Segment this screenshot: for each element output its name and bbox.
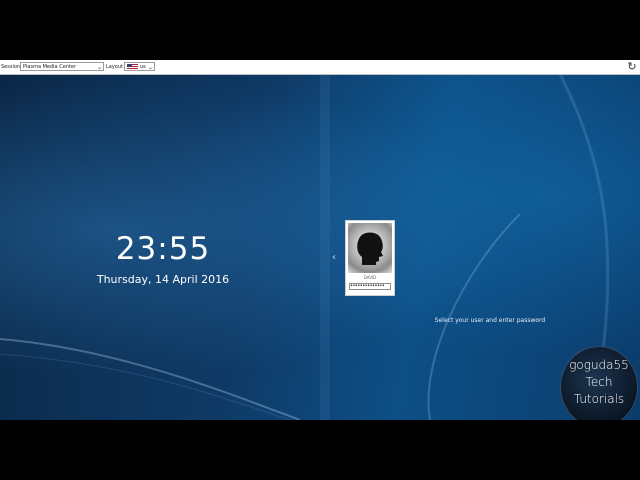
user-silhouette-icon: [348, 223, 392, 273]
us-flag-icon: [127, 64, 138, 70]
clock-date: Thursday, 14 April 2016: [96, 273, 230, 286]
chevron-down-icon: ⌄: [96, 64, 102, 71]
layout-value: us: [140, 64, 146, 70]
session-value: Plasma Media Center: [23, 64, 77, 70]
top-bar: Session: Plasma Media Center ⌄ Layout us…: [0, 60, 640, 75]
password-field[interactable]: ••••••••••••••: [349, 283, 391, 290]
session-label: Session:: [1, 64, 22, 70]
chevron-down-icon: ⌄: [147, 64, 153, 71]
session-select[interactable]: Plasma Media Center ⌄: [20, 62, 104, 71]
login-screen: 23:55 Thursday, 14 April 2016 ‹ DAVID ••…: [0, 60, 640, 420]
watermark-line1: goguda55: [569, 358, 629, 372]
login-hint: Select your user and enter password: [434, 317, 546, 324]
username-label: DAVID: [363, 275, 377, 280]
chevron-left-icon[interactable]: ‹: [332, 252, 336, 263]
channel-watermark: goguda55 Tech Tutorials: [560, 346, 638, 420]
watermark-line3: Tutorials: [573, 392, 625, 406]
layout-select[interactable]: us ⌄: [124, 62, 155, 71]
wallpaper: 23:55 Thursday, 14 April 2016 ‹ DAVID ••…: [0, 74, 640, 420]
reload-icon[interactable]: ↻: [626, 61, 638, 73]
clock-time: 23:55: [115, 231, 211, 267]
watermark-line2: Tech: [585, 375, 613, 389]
user-card[interactable]: DAVID ••••••••••••••: [345, 220, 395, 296]
layout-label: Layout: [106, 64, 123, 70]
